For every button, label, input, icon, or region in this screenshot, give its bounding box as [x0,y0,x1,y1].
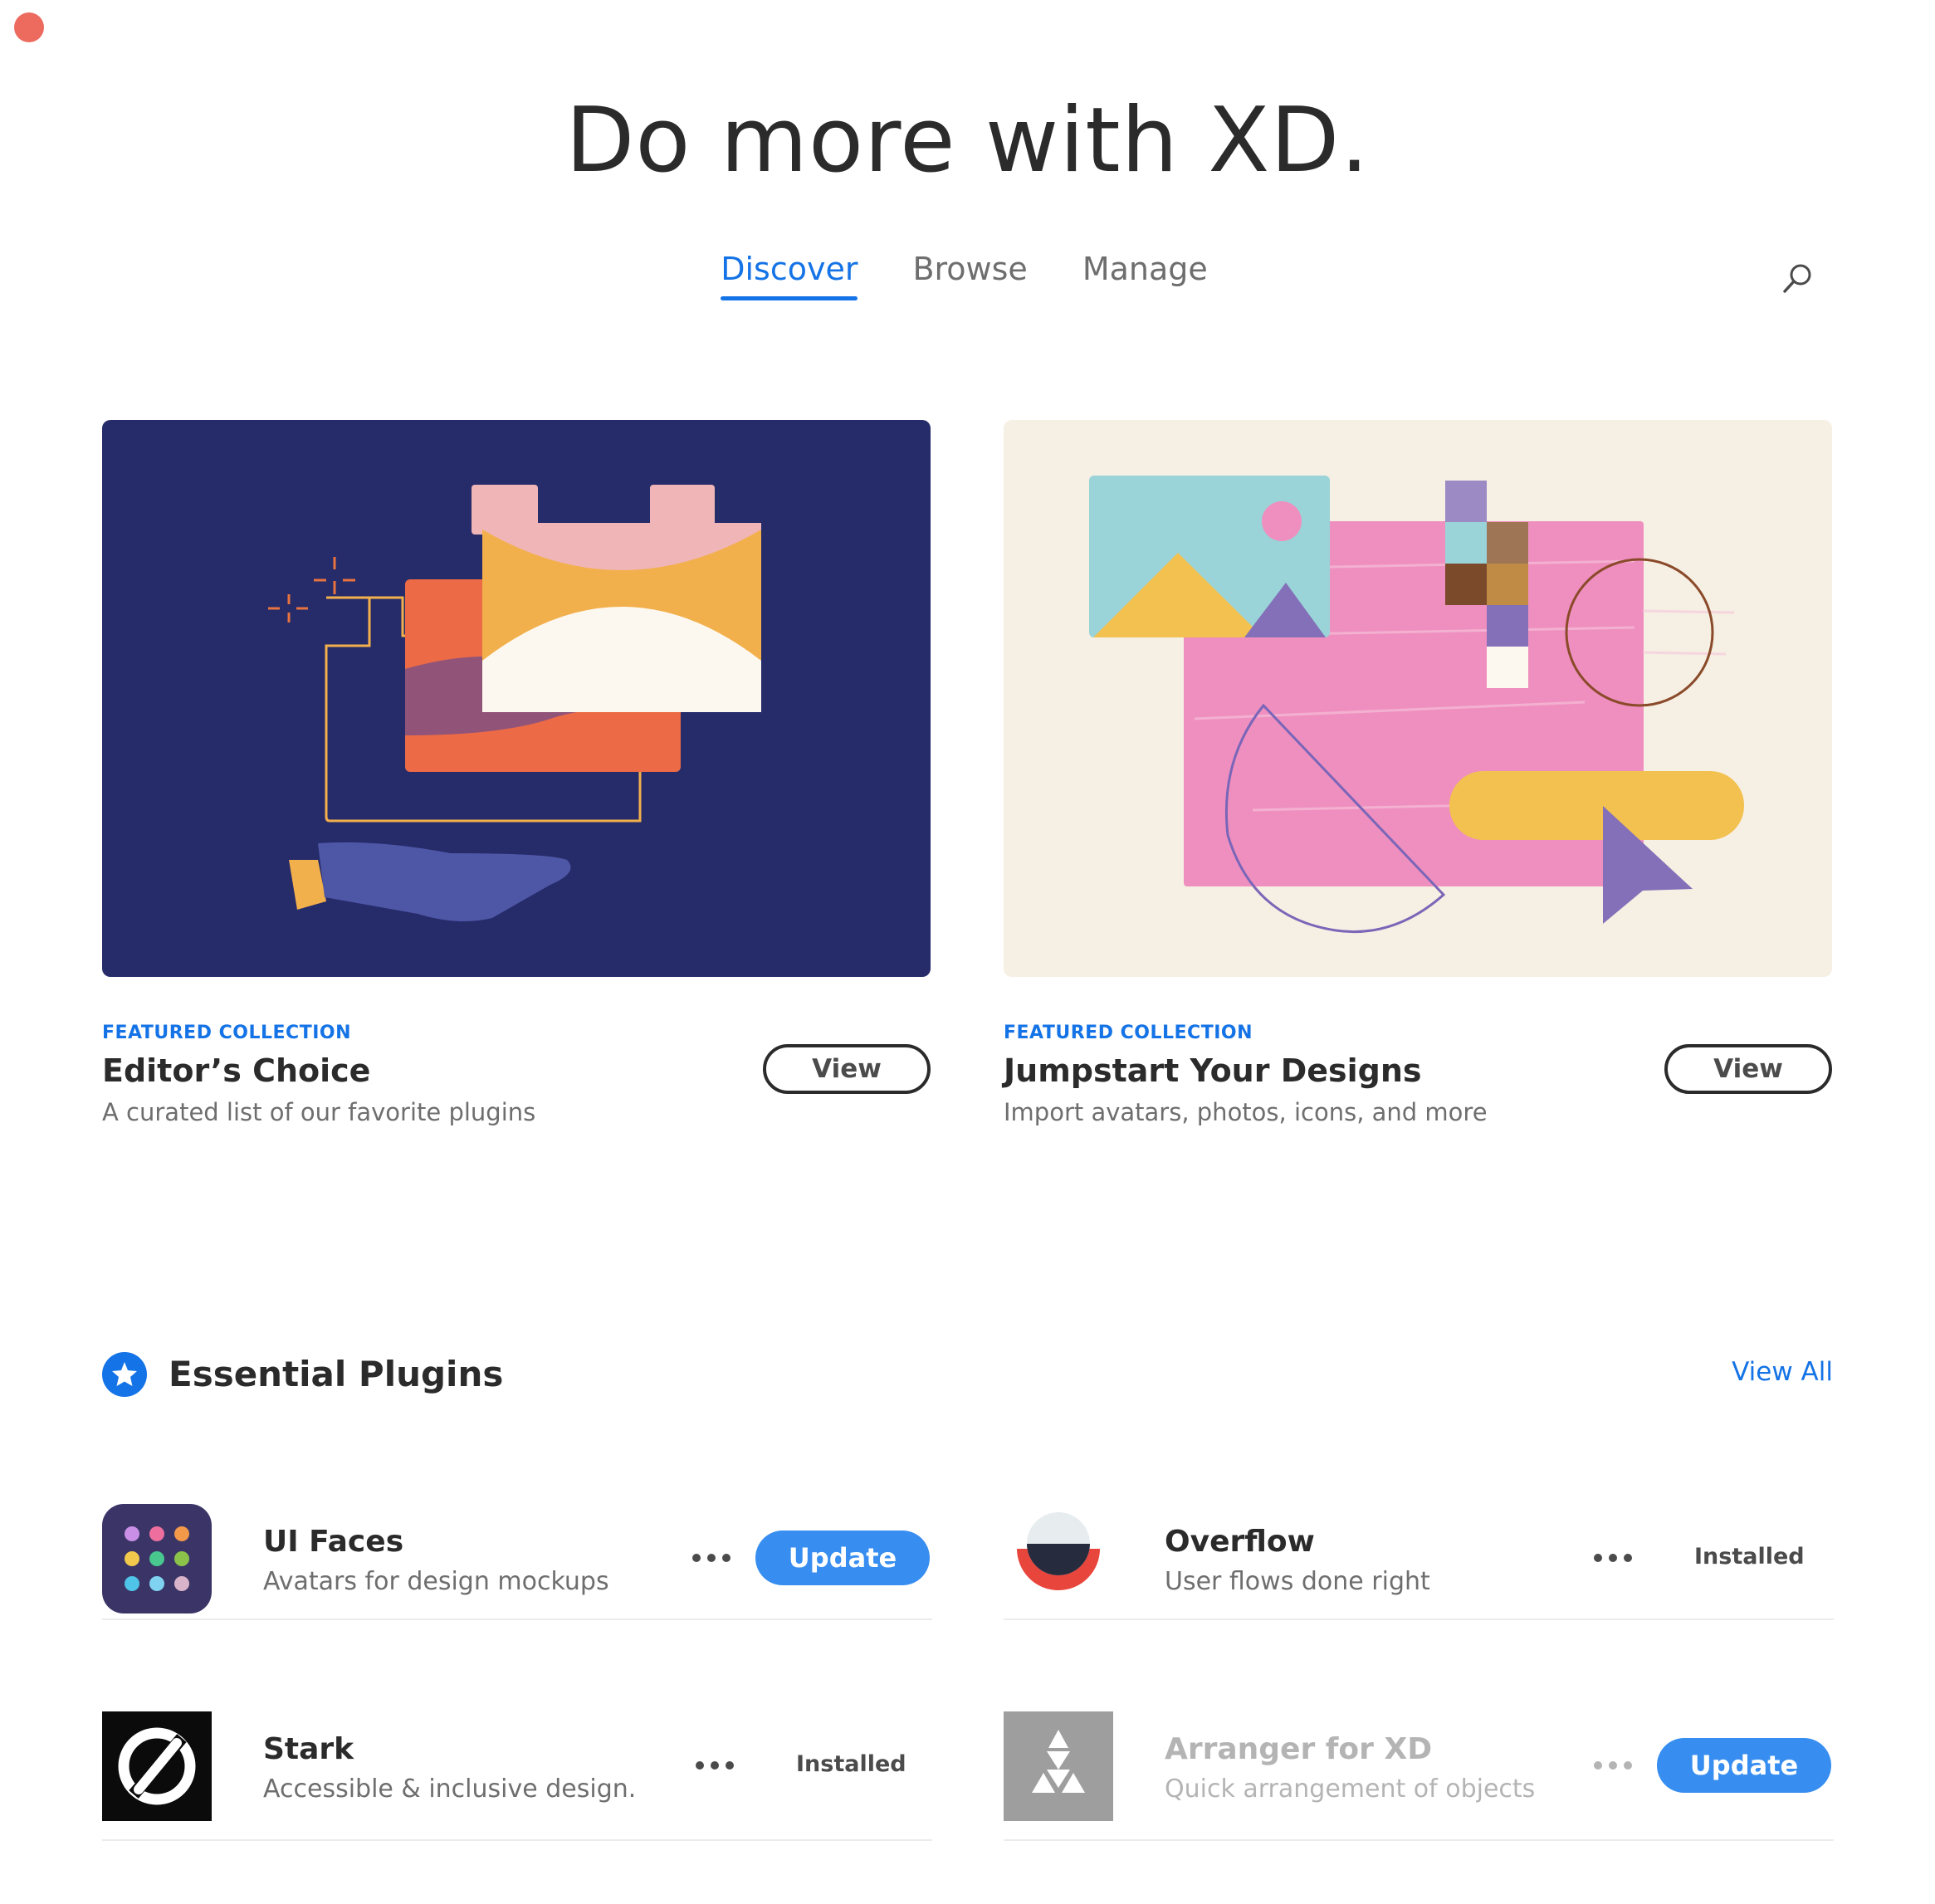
featured-eyebrow: FEATURED COLLECTION [102,1023,352,1043]
plugin-ui-faces[interactable]: UI Faces Avatars for design mockups Upda… [102,1461,932,1620]
section-title: Essential Plugins [169,1354,504,1394]
featured-card-editors-choice: FEATURED COLLECTION Editor’s Choice A cu… [102,420,931,1126]
plugin-name: Stark [263,1732,354,1766]
stark-icon [102,1711,212,1821]
search-icon [1783,264,1811,293]
plugin-arranger-for-xd[interactable]: Arranger for XD Quick arrangement of obj… [1004,1668,1834,1841]
plugin-name: Overflow [1165,1525,1315,1559]
view-button[interactable]: View [1664,1044,1832,1094]
plugin-name: UI Faces [263,1525,404,1559]
page-title: Do more with XD. [565,89,1370,193]
window-close-button[interactable] [14,12,44,42]
featured-title: Jumpstart Your Designs [1004,1052,1422,1089]
more-options-button[interactable] [1590,1546,1636,1570]
plugin-description: Quick arrangement of objects [1165,1775,1536,1804]
plugin-name: Arranger for XD [1165,1732,1433,1766]
view-all-link[interactable]: View All [1732,1357,1833,1387]
update-button[interactable]: Update [755,1531,930,1585]
tab-discover[interactable]: Discover [721,251,858,300]
essential-plugins-header: Essential Plugins View All [102,1349,1833,1399]
more-icon [692,1554,731,1562]
more-options-button[interactable] [688,1546,735,1570]
featured-card-jumpstart: FEATURED COLLECTION Jumpstart Your Desig… [1004,420,1832,1126]
featured-subtitle: Import avatars, photos, icons, and more [1004,1098,1488,1126]
tab-browse[interactable]: Browse [912,251,1027,300]
more-icon [696,1761,734,1770]
featured-eyebrow: FEATURED COLLECTION [1004,1023,1253,1043]
ui-faces-icon [102,1504,212,1614]
plugin-overflow[interactable]: Overflow User flows done right Installed [1004,1461,1834,1620]
plugin-description: User flows done right [1165,1567,1430,1596]
star-icon [102,1352,147,1397]
plugin-description: Avatars for design mockups [263,1567,609,1596]
featured-subtitle: A curated list of our favorite plugins [102,1098,536,1126]
installed-status: Installed [1694,1544,1805,1570]
tab-bar: Discover Browse Manage [0,251,1932,300]
tab-manage[interactable]: Manage [1082,251,1208,300]
jumpstart-illustration[interactable] [1004,420,1832,977]
view-button[interactable]: View [763,1044,931,1094]
installed-status: Installed [796,1751,906,1777]
editors-choice-illustration[interactable] [102,420,931,977]
more-icon [1594,1554,1632,1562]
plugin-description: Accessible & inclusive design. [263,1775,637,1804]
update-button[interactable]: Update [1657,1738,1831,1793]
arranger-icon [1004,1711,1113,1821]
more-options-button[interactable] [1590,1754,1636,1777]
overflow-icon [1004,1504,1113,1614]
more-options-button[interactable] [691,1754,738,1777]
plugin-stark[interactable]: Stark Accessible & inclusive design. Ins… [102,1668,932,1841]
search-button[interactable] [1779,261,1815,297]
featured-title: Editor’s Choice [102,1052,371,1089]
more-icon [1594,1761,1632,1770]
